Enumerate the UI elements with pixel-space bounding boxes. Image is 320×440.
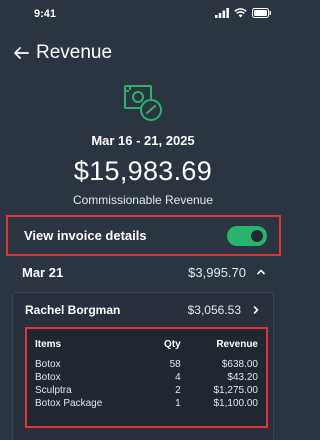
table-row: Sculptra 2 $1,275.00 [35, 384, 258, 397]
item-qty: 1 [175, 398, 181, 409]
col-revenue: Revenue [216, 339, 258, 350]
wifi-icon [234, 8, 247, 18]
item-revenue: $43.20 [227, 372, 258, 383]
toggle-knob [251, 229, 263, 242]
item-name: Botox [35, 359, 61, 370]
chevron-up-icon[interactable] [256, 267, 266, 277]
chevron-right-icon[interactable] [251, 305, 261, 315]
header: Revenue [12, 40, 112, 66]
patient-amount: $3,056.53 [187, 303, 241, 317]
table-row: Botox 4 $43.20 [35, 371, 258, 384]
arrow-left-icon[interactable] [12, 44, 30, 62]
table-header-row: Items Qty Revenue [35, 337, 258, 358]
item-revenue: $1,100.00 [213, 398, 259, 409]
status-icons [215, 8, 272, 18]
item-name: Sculptra [35, 385, 72, 396]
day-right: $3,995.70 [188, 265, 266, 280]
commission-money-icon [124, 85, 162, 121]
item-revenue: $638.00 [221, 359, 258, 370]
item-qty: 4 [175, 372, 181, 383]
table-row: Botox Package 1 $1,100.00 [35, 397, 258, 410]
patient-row[interactable]: Rachel Borgman $3,056.53 [13, 297, 275, 323]
item-name: Botox [35, 372, 61, 383]
table-row: Botox 58 $638.00 [35, 358, 258, 371]
item-revenue: $1,275.00 [213, 385, 259, 396]
col-qty: Qty [164, 339, 181, 350]
day-label: Mar 21 [22, 264, 64, 280]
page-title: Revenue [36, 42, 113, 63]
item-name: Botox Package [35, 398, 103, 409]
patient-card: Rachel Borgman $3,056.53 Items Qty Reven… [12, 292, 274, 440]
status-bar: 9:41 [0, 0, 286, 30]
day-group-row[interactable]: Mar 21 $3,995.70 [0, 258, 286, 286]
total-amount: $15,983.69 [73, 156, 213, 186]
toggle-label: View invoice details [24, 228, 147, 243]
patient-right: $3,056.53 [188, 303, 261, 317]
view-invoice-details-toggle[interactable] [227, 225, 267, 246]
battery-icon [252, 8, 271, 18]
view-invoice-details-row: View invoice details [6, 215, 281, 256]
item-qty: 2 [175, 385, 181, 396]
cellular-signal-icon [215, 8, 229, 18]
invoice-items-box: Items Qty Revenue Botox 58 $638.00 Botox… [25, 327, 268, 428]
item-qty: 58 [169, 359, 181, 370]
amount-caption: Commissionable Revenue [72, 193, 214, 207]
status-time: 9:41 [34, 8, 57, 20]
col-items: Items [35, 339, 62, 350]
date-range: Mar 16 - 21, 2025 [91, 133, 195, 148]
day-amount: $3,995.70 [188, 264, 246, 280]
patient-name: Rachel Borgman [25, 303, 121, 317]
invoice-items-table: Items Qty Revenue Botox 58 $638.00 Botox… [35, 337, 258, 410]
